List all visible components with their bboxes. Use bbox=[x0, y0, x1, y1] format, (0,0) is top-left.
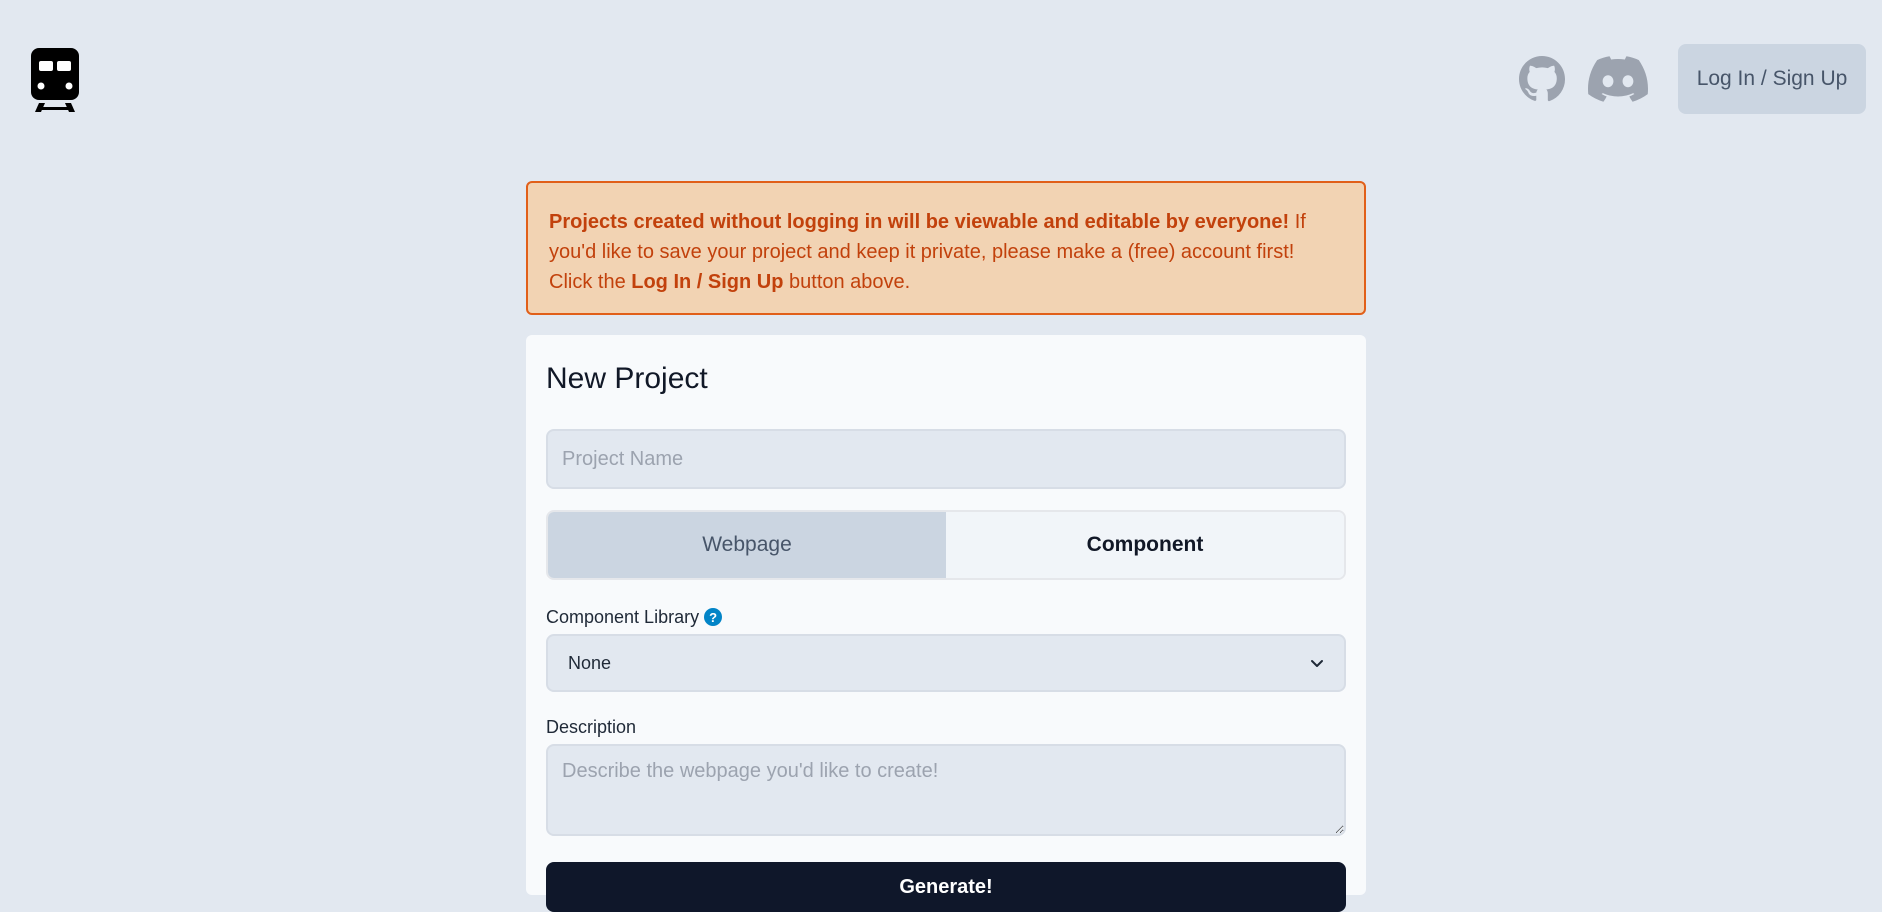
discord-icon[interactable] bbox=[1588, 55, 1648, 103]
project-type-toggle: Webpage Component bbox=[546, 510, 1346, 580]
component-library-select[interactable]: None bbox=[546, 634, 1346, 692]
github-icon[interactable] bbox=[1518, 55, 1566, 103]
description-label: Description bbox=[546, 716, 637, 737]
webpage-tab[interactable]: Webpage bbox=[548, 512, 946, 578]
component-tab[interactable]: Component bbox=[946, 512, 1344, 578]
component-library-value: None bbox=[568, 652, 612, 673]
page-title: New Project bbox=[546, 362, 708, 395]
description-textarea[interactable] bbox=[546, 744, 1346, 836]
new-project-card: New Project Webpage Component Component … bbox=[526, 335, 1366, 912]
train-logo-icon[interactable] bbox=[30, 48, 80, 112]
generate-button[interactable]: Generate! bbox=[546, 862, 1346, 912]
alert-bold-lead: Projects created without logging in will… bbox=[549, 211, 1290, 233]
login-warning-alert: Projects created without logging in will… bbox=[526, 181, 1366, 315]
header-actions: Log In / Sign Up bbox=[1518, 44, 1866, 114]
main-content: Projects created without logging in will… bbox=[526, 181, 1366, 912]
alert-text-end: button above. bbox=[783, 271, 911, 293]
component-library-label: Component Library bbox=[546, 606, 700, 627]
alert-bold-button: Log In / Sign Up bbox=[631, 271, 784, 293]
login-signup-button[interactable]: Log In / Sign Up bbox=[1678, 44, 1866, 114]
chevron-down-icon bbox=[1310, 656, 1324, 670]
component-library-label-row: Component Library ? bbox=[546, 606, 1346, 628]
help-icon[interactable]: ? bbox=[704, 608, 723, 626]
project-name-input[interactable] bbox=[546, 429, 1346, 489]
